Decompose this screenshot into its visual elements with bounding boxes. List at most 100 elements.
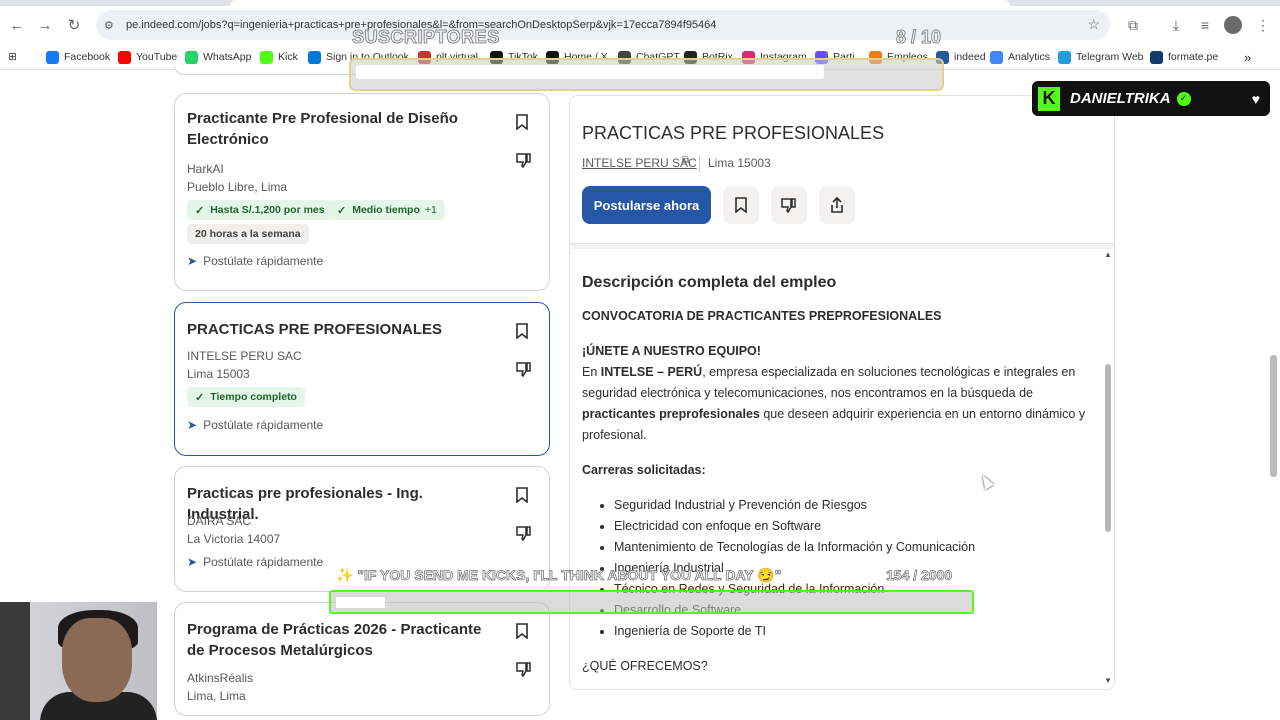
bookmark-label: indeed (954, 51, 986, 63)
extensions-icon[interactable]: ⧉ (1122, 14, 1144, 36)
forward-button[interactable]: → (34, 14, 56, 36)
back-button[interactable]: ← (6, 14, 28, 36)
browser-toolbar: ← → ↻ ⚙ pe.indeed.com/jobs?q=ingenieria+… (0, 6, 1280, 44)
save-job-icon[interactable] (515, 623, 533, 641)
kick-logo-icon: K (1038, 86, 1060, 111)
scroll-up-arrow-icon[interactable]: ▲ (1104, 250, 1112, 259)
not-interested-icon[interactable] (515, 525, 533, 543)
scroll-down-arrow-icon[interactable]: ▼ (1104, 676, 1112, 685)
detail-location: Lima 15003 (708, 156, 771, 170)
not-interested-icon[interactable] (515, 361, 533, 379)
quick-apply-label: Postúlate rápidamente (203, 254, 324, 268)
job-card[interactable]: Programa de Prácticas 2026 - Practicante… (174, 602, 550, 716)
tag-label: Hasta S/.1,200 por mes (210, 204, 325, 216)
job-title[interactable]: PRACTICAS PRE PROFESIONALES (187, 319, 487, 340)
not-interested-icon[interactable] (515, 152, 533, 170)
download-icon[interactable]: ⤓ (1165, 14, 1187, 36)
careers-heading: Carreras solicitadas: (582, 463, 706, 477)
schedule-tag: ✓ Tiempo completo (187, 387, 305, 407)
tag-label: Tiempo completo (210, 391, 297, 403)
verified-icon: ✓ (1176, 91, 1191, 106)
job-description: Descripción completa del empleo CONVOCAT… (582, 272, 1092, 691)
bookmark-label: YouTube (136, 51, 178, 63)
quick-apply: ➤ Postúlate rápidamente (187, 254, 323, 268)
job-card[interactable]: Practicante Pre Profesional de Diseño El… (174, 93, 550, 291)
apps-icon[interactable]: ⊞ (8, 49, 17, 65)
schedule-tag: ✓ Medio tiempo +1 (329, 200, 445, 220)
company-name: INTELSE PERU SAC (187, 349, 302, 363)
intro-bold: practicantes preprofesionales (582, 407, 760, 421)
quick-apply-label: Postúlate rápidamente (203, 555, 324, 569)
bookmark-kick[interactable]: Kick (260, 49, 298, 65)
reload-icon: ↻ (67, 17, 81, 34)
not-interested-button[interactable] (771, 186, 807, 224)
bookmark-label: Telegram Web (1076, 51, 1144, 63)
whatsapp-icon (185, 50, 198, 64)
kicks-goal-count: 154 / 2000 (886, 567, 953, 584)
divider (699, 156, 700, 172)
job-title[interactable]: Programa de Prácticas 2026 - Practicante… (187, 619, 487, 661)
reload-button[interactable]: ↻ (63, 14, 85, 36)
bookmark-analytics[interactable]: Analytics (990, 49, 1050, 65)
apply-now-button[interactable]: Postularse ahora (582, 186, 711, 224)
external-link-icon[interactable]: ⧉ (682, 155, 689, 166)
job-location: Lima, Lima (187, 689, 246, 703)
save-job-icon[interactable] (515, 323, 533, 341)
kick-icon (260, 50, 273, 64)
page-scrollbar[interactable] (1270, 355, 1277, 477)
quick-apply-label: Postúlate rápidamente (203, 418, 324, 432)
share-button[interactable] (819, 186, 855, 224)
subs-goal-label: SUSCRIPTORES (352, 27, 500, 48)
list-item: Electricidad con enfoque en Software (614, 516, 1092, 537)
bookmark-whatsapp[interactable]: WhatsApp (185, 49, 251, 65)
heart-icon: ♥ (1251, 90, 1260, 107)
kicks-goal-bar (329, 590, 974, 614)
job-card-selected[interactable]: PRACTICAS PRE PROFESIONALES INTELSE PERU… (174, 302, 550, 456)
quick-apply: ➤ Postúlate rápidamente (187, 555, 323, 569)
kicks-goal-text: ✨ "IF YOU SEND ME KICKS, I'LL THINK ABOU… (336, 567, 782, 584)
webcam-feed (0, 602, 157, 720)
save-job-icon[interactable] (515, 487, 533, 505)
bookmark-label: Analytics (1008, 51, 1051, 63)
media-icon[interactable]: ≡ (1194, 14, 1216, 36)
profile-avatar[interactable] (1222, 14, 1244, 36)
bookmark-label: formate.pe (1168, 51, 1219, 63)
thumbs-down-icon (781, 198, 796, 213)
bookmark-telegram-web[interactable]: Telegram Web (1058, 49, 1144, 65)
description-heading: Descripción completa del empleo (582, 274, 837, 291)
more-bookmarks-icon[interactable]: » (1244, 49, 1251, 65)
company-name: HarkAI (187, 162, 224, 176)
save-job-icon[interactable] (515, 114, 533, 132)
outlook-icon (308, 50, 321, 64)
back-icon: ← (9, 16, 25, 34)
telegram-icon (1058, 50, 1071, 64)
job-title[interactable]: Practicante Pre Profesional de Diseño El… (187, 108, 487, 150)
quick-apply-arrow-icon: ➤ (187, 418, 198, 432)
list-item: Seguridad Industrial y Prevención de Rie… (614, 495, 1092, 516)
quick-apply: ➤ Postúlate rápidamente (187, 418, 323, 432)
more-tags[interactable]: +1 (425, 204, 437, 216)
job-location: La Victoria 14007 (187, 532, 281, 546)
check-icon: ✓ (195, 204, 205, 217)
bookmark-youtube[interactable]: YouTube (118, 49, 177, 65)
facebook-icon (46, 50, 59, 64)
company-name: AtkinsRéalis (187, 671, 254, 685)
address-bar[interactable]: ⚙ pe.indeed.com/jobs?q=ingenieria+practi… (96, 10, 1110, 40)
bookmark-label: Kick (278, 51, 298, 63)
bookmark-star-icon[interactable]: ☆ (1087, 16, 1100, 33)
salary-tag: ✓ Hasta S/.1,200 por mes (187, 200, 333, 220)
detail-company-link[interactable]: INTELSE PERU SAC (582, 156, 697, 170)
forward-icon: → (37, 16, 53, 34)
save-job-button[interactable] (723, 186, 759, 224)
menu-icon[interactable]: ⋮ (1252, 14, 1274, 36)
detail-scrollbar[interactable] (1105, 364, 1111, 532)
intro-company: INTELSE – PERÚ (600, 365, 703, 379)
site-info-icon[interactable]: ⚙ (104, 19, 120, 32)
not-interested-icon[interactable] (515, 661, 533, 679)
check-icon: ✓ (337, 204, 347, 217)
bookmark-formate-pe[interactable]: formate.pe (1150, 49, 1218, 65)
bookmark-label: Facebook (64, 51, 111, 63)
subs-goal-count: 8 / 10 (895, 27, 942, 48)
section-divider (570, 243, 1114, 249)
bookmark-facebook[interactable]: Facebook (46, 49, 110, 65)
